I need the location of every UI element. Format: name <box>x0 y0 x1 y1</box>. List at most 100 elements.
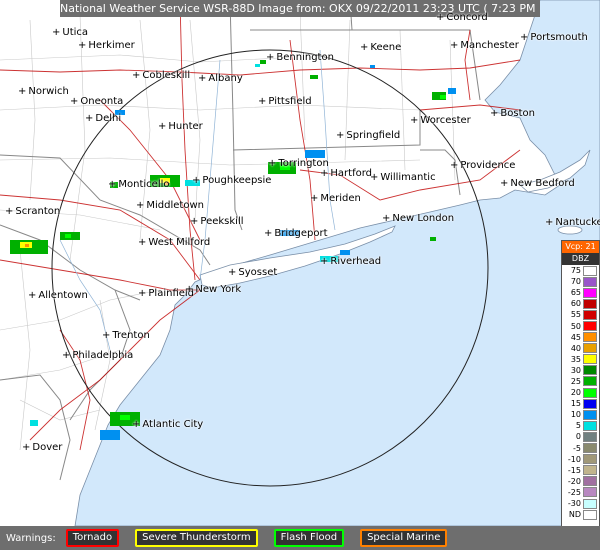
city-marker-icon: + <box>78 40 87 51</box>
special-marine-warning-button[interactable]: Special Marine <box>360 529 448 547</box>
legend-level-label: -15 <box>567 465 581 475</box>
city-marker-icon: + <box>266 52 275 63</box>
legend-level: -15 <box>562 465 599 476</box>
city-marker-icon: + <box>370 172 379 183</box>
city-label: + Springfield <box>336 130 400 141</box>
legend-level-swatch <box>583 487 597 498</box>
legend-level-label: 30 <box>570 365 581 375</box>
city-label: + Peekskill <box>190 216 244 227</box>
legend-level-label: -5 <box>573 443 581 453</box>
city-marker-icon: + <box>258 96 267 107</box>
city-label: + Dover <box>22 442 62 453</box>
city-marker-icon: + <box>108 179 117 190</box>
city-label: + Willimantic <box>370 172 436 183</box>
legend-level-label: 70 <box>570 277 581 287</box>
city-label: + New Bedford <box>500 178 575 189</box>
city-name: Scranton <box>15 206 61 217</box>
vcp-label: Vcp: 21 <box>562 241 599 253</box>
city-label: + Bridgeport <box>264 228 328 239</box>
city-label: + Boston <box>490 108 535 119</box>
city-marker-icon: + <box>22 442 31 453</box>
legend-level-label: 55 <box>570 310 581 320</box>
legend-level-label: 0 <box>575 432 581 442</box>
city-name: Worcester <box>420 115 471 126</box>
city-name: Boston <box>500 108 535 119</box>
city-name: Springfield <box>346 130 401 141</box>
legend-level: 10 <box>562 409 599 420</box>
legend-level-swatch <box>583 398 597 409</box>
city-marker-icon: + <box>132 70 141 81</box>
city-marker-icon: + <box>520 32 529 43</box>
city-name: Trenton <box>112 330 150 341</box>
city-name: Oneonta <box>80 96 124 107</box>
city-label: + Allentown <box>28 290 88 301</box>
legend-level: 30 <box>562 365 599 376</box>
city-marker-icon: + <box>52 27 61 38</box>
legend-level: -5 <box>562 443 599 454</box>
city-marker-icon: + <box>410 115 419 126</box>
legend-scale: 75 70 65 60 55 50 45 40 35 30 25 20 15 10 5 0 -5 -10 -15 -2… <box>562 265 599 520</box>
legend-level: -25 <box>562 487 599 498</box>
legend-level-swatch <box>583 431 597 442</box>
legend-level-label: -20 <box>567 476 581 486</box>
city-label: + West Milford <box>138 237 210 248</box>
legend-level-swatch <box>583 509 597 520</box>
tornado-warning-button[interactable]: Tornado <box>65 529 120 547</box>
legend-level-swatch <box>583 309 597 320</box>
city-marker-icon: + <box>264 228 273 239</box>
city-marker-icon: + <box>320 256 329 267</box>
legend-level: 55 <box>562 309 599 320</box>
city-marker-icon: + <box>28 290 37 301</box>
city-name: Bennington <box>276 52 334 63</box>
city-name: Philadelphia <box>72 350 134 361</box>
city-name: Hunter <box>168 121 203 132</box>
legend-level-swatch <box>583 321 597 332</box>
city-label: + New London <box>382 213 454 224</box>
legend-level-swatch <box>583 276 597 287</box>
city-marker-icon: + <box>382 213 391 224</box>
warnings-label: Warnings: <box>6 532 56 544</box>
city-label: + Hartford <box>320 168 372 179</box>
legend-level-label: 5 <box>575 421 581 431</box>
city-label: + Oneonta <box>70 96 123 107</box>
city-marker-icon: + <box>545 217 554 228</box>
city-marker-icon: + <box>336 130 345 141</box>
city-name: Cobleskill <box>142 70 191 81</box>
legend-level-label: 15 <box>570 399 581 409</box>
city-marker-icon: + <box>136 200 145 211</box>
city-marker-icon: + <box>450 160 459 171</box>
city-name: West Milford <box>148 237 211 248</box>
legend-level-label: 20 <box>570 388 581 398</box>
legend-level-label: 60 <box>570 299 581 309</box>
legend-level-swatch <box>583 265 597 276</box>
city-marker-icon: + <box>500 178 509 189</box>
city-marker-icon: + <box>132 419 141 430</box>
city-label: + Atlantic City <box>132 419 203 430</box>
dbz-legend: Vcp: 21 DBZ 75 70 65 60 55 50 45 40 35 30 25 20 15 10… <box>561 240 600 542</box>
city-label: + Utica <box>52 27 88 38</box>
city-label: + Meriden <box>310 193 361 204</box>
city-name: Riverhead <box>330 256 382 267</box>
severe-thunderstorm-warning-button[interactable]: Severe Thunderstorm <box>135 529 258 547</box>
city-label: + Bennington <box>266 52 334 63</box>
city-marker-icon: + <box>85 113 94 124</box>
city-marker-icon: + <box>320 168 329 179</box>
legend-level: 40 <box>562 343 599 354</box>
legend-level: 15 <box>562 398 599 409</box>
city-name: Herkimer <box>88 40 135 51</box>
city-name: Bridgeport <box>274 228 328 239</box>
legend-level: 5 <box>562 420 599 431</box>
city-marker-icon: + <box>490 108 499 119</box>
city-marker-icon: + <box>185 284 194 295</box>
city-label: + Portsmouth <box>520 32 588 43</box>
legend-level-swatch <box>583 476 597 487</box>
warnings-bar: Warnings: Tornado Severe Thunderstorm Fl… <box>0 526 600 550</box>
legend-level: 0 <box>562 431 599 442</box>
city-name: New York <box>195 284 242 295</box>
city-marker-icon: + <box>198 73 207 84</box>
city-name: Manchester <box>460 40 519 51</box>
flash-flood-warning-button[interactable]: Flash Flood <box>273 529 345 547</box>
city-label: + Pittsfield <box>258 96 312 107</box>
city-label: + Manchester <box>450 40 519 51</box>
city-label: + Herkimer <box>78 40 135 51</box>
